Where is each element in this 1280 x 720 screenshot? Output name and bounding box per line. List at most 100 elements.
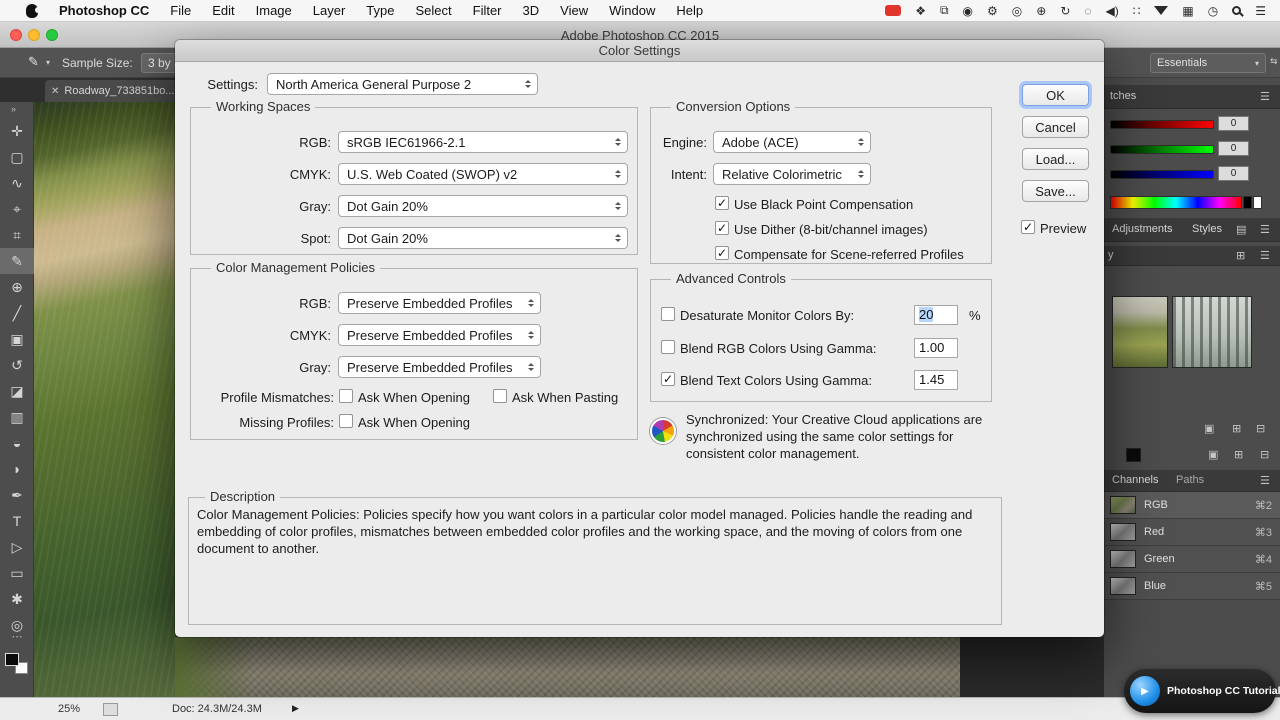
dropbox-icon[interactable]: ❖	[915, 4, 926, 18]
box-icon[interactable]: ▣	[1208, 448, 1218, 461]
red-slider[interactable]	[1110, 120, 1214, 129]
shape-tool[interactable]: ▭	[0, 560, 34, 586]
quick-selection-tool[interactable]: ⌖	[0, 196, 34, 222]
menu-type[interactable]: Type	[366, 3, 394, 18]
history-brush-tool[interactable]: ↺	[0, 352, 34, 378]
move-tool[interactable]: ✛	[0, 118, 34, 144]
channel-row-green[interactable]: Green ⌘4	[1104, 546, 1280, 573]
scene-referred-checkbox[interactable]	[715, 246, 729, 260]
preview-checkbox[interactable]	[1021, 220, 1035, 234]
color-ramp[interactable]	[1110, 196, 1242, 209]
screen-record-icon[interactable]	[885, 5, 902, 16]
load-button[interactable]: Load...	[1022, 148, 1089, 170]
menu-help[interactable]: Help	[676, 3, 703, 18]
use-dither-checkbox[interactable]	[715, 221, 729, 235]
menu-window[interactable]: Window	[609, 3, 655, 18]
tab-channels[interactable]: Channels	[1112, 474, 1158, 486]
settings-dropdown[interactable]: North America General Purpose 2	[267, 73, 538, 95]
tutorials-badge[interactable]: ▶ Photoshop CC Tutorials	[1124, 669, 1280, 713]
library-thumbnail-fog[interactable]	[1172, 296, 1252, 368]
tab-adjustments[interactable]: Adjustments	[1112, 223, 1173, 235]
cmyk-workspace-dropdown[interactable]: U.S. Web Coated (SWOP) v2	[338, 163, 628, 185]
foreground-color-chip[interactable]	[5, 653, 19, 666]
blend-rgb-checkbox[interactable]	[661, 340, 675, 354]
time-machine-icon[interactable]: ↻	[1060, 4, 1070, 18]
blue-value[interactable]: 0	[1218, 166, 1249, 181]
menu-select[interactable]: Select	[415, 3, 451, 18]
blend-text-checkbox[interactable]	[661, 372, 675, 386]
add-icon[interactable]: ⊞	[1232, 422, 1241, 435]
black-point-checkbox[interactable]	[715, 196, 729, 210]
gradient-tool[interactable]: ▥	[0, 404, 34, 430]
marquee-tool[interactable]: ▢	[0, 144, 34, 170]
blend-text-field[interactable]: 1.45	[914, 370, 958, 390]
blend-rgb-field[interactable]: 1.00	[914, 338, 958, 358]
green-slider[interactable]	[1110, 145, 1214, 154]
panel-collapse-icon[interactable]: ⇆	[1270, 56, 1278, 67]
delete-icon[interactable]: ⊟	[1256, 422, 1265, 435]
ask-when-pasting-checkbox[interactable]	[493, 389, 507, 403]
blur-tool[interactable]: ◒	[0, 430, 34, 456]
swatches-tab[interactable]: tches	[1110, 90, 1136, 102]
path-selection-tool[interactable]: ▷	[0, 534, 34, 560]
ok-button[interactable]: OK	[1022, 84, 1089, 106]
wifi-icon[interactable]	[1154, 6, 1169, 15]
rgb-policy-dropdown[interactable]: Preserve Embedded Profiles	[338, 292, 541, 314]
box-icon[interactable]: ▣	[1204, 422, 1214, 435]
color-swatch-black[interactable]	[1126, 448, 1141, 462]
clock-icon[interactable]: ◷	[1208, 4, 1218, 18]
tab-paths[interactable]: Paths	[1176, 474, 1204, 486]
library-thumbnail-field[interactable]	[1112, 296, 1168, 368]
zoom-level[interactable]: 25%	[58, 703, 80, 715]
delete-icon[interactable]: ⊟	[1260, 448, 1269, 461]
volume-icon[interactable]: ◀)	[1106, 4, 1119, 18]
crop-tool[interactable]: ⌗	[0, 222, 34, 248]
tab-library[interactable]: y	[1108, 249, 1114, 261]
desaturate-checkbox[interactable]	[661, 307, 675, 321]
gear-icon[interactable]: ⚙	[987, 4, 998, 18]
menu-file[interactable]: File	[170, 3, 191, 18]
hand-tool[interactable]: ✱	[0, 586, 34, 612]
red-value[interactable]: 0	[1218, 116, 1249, 131]
gray-workspace-dropdown[interactable]: Dot Gain 20%	[338, 195, 628, 217]
panel-menu-icon[interactable]: ☰	[1260, 249, 1270, 262]
notification-icon[interactable]: ◎	[1012, 4, 1022, 18]
dodge-tool[interactable]: ◗	[0, 456, 34, 482]
spot-workspace-dropdown[interactable]: Dot Gain 20%	[338, 227, 628, 249]
cmyk-policy-dropdown[interactable]: Preserve Embedded Profiles	[338, 324, 541, 346]
menu-filter[interactable]: Filter	[473, 3, 502, 18]
menu-center-icon[interactable]: ☰	[1255, 4, 1266, 18]
document-tab[interactable]: ✕ Roadway_733851bo...	[45, 80, 187, 102]
spotlight-search-icon[interactable]	[1232, 6, 1242, 15]
tab-styles[interactable]: Styles	[1192, 223, 1222, 235]
desaturate-field[interactable]: 20	[914, 305, 958, 325]
apple-menu-icon[interactable]	[26, 3, 41, 18]
pen-tool[interactable]: ✒	[0, 482, 34, 508]
status-flyout-icon[interactable]: ▶	[292, 703, 299, 714]
grid-icon[interactable]: ▤	[1236, 223, 1246, 236]
edit-toolbar-icon[interactable]: ⋯	[0, 630, 34, 643]
missing-ask-when-opening-checkbox[interactable]	[339, 414, 353, 428]
panel-menu-icon[interactable]: ☰	[1260, 90, 1270, 103]
menu-edit[interactable]: Edit	[212, 3, 234, 18]
channel-row-red[interactable]: Red ⌘3	[1104, 519, 1280, 546]
add-icon[interactable]: ⊞	[1234, 448, 1243, 461]
gray-policy-dropdown[interactable]: Preserve Embedded Profiles	[338, 356, 541, 378]
white-swatch[interactable]	[1253, 196, 1262, 209]
menu-image[interactable]: Image	[256, 3, 292, 18]
blue-slider[interactable]	[1110, 170, 1214, 179]
sync-status-icon[interactable]: ◌	[1084, 4, 1091, 18]
clone-stamp-tool[interactable]: ▣	[0, 326, 34, 352]
save-button[interactable]: Save...	[1022, 180, 1089, 202]
intent-dropdown[interactable]: Relative Colorimetric	[713, 163, 871, 185]
keyboard-icon[interactable]: ▦	[1182, 4, 1193, 18]
healing-brush-tool[interactable]: ⊕	[0, 274, 34, 300]
play-icon[interactable]: ▶	[1130, 676, 1160, 706]
close-tab-icon[interactable]: ✕	[51, 86, 59, 97]
eraser-tool[interactable]: ◪	[0, 378, 34, 404]
menu-3d[interactable]: 3D	[523, 3, 540, 18]
lasso-tool[interactable]: ∿	[0, 170, 34, 196]
toolbar-collapse-icon[interactable]: »	[11, 104, 16, 114]
channel-row-blue[interactable]: Blue ⌘5	[1104, 573, 1280, 600]
cancel-button[interactable]: Cancel	[1022, 116, 1089, 138]
